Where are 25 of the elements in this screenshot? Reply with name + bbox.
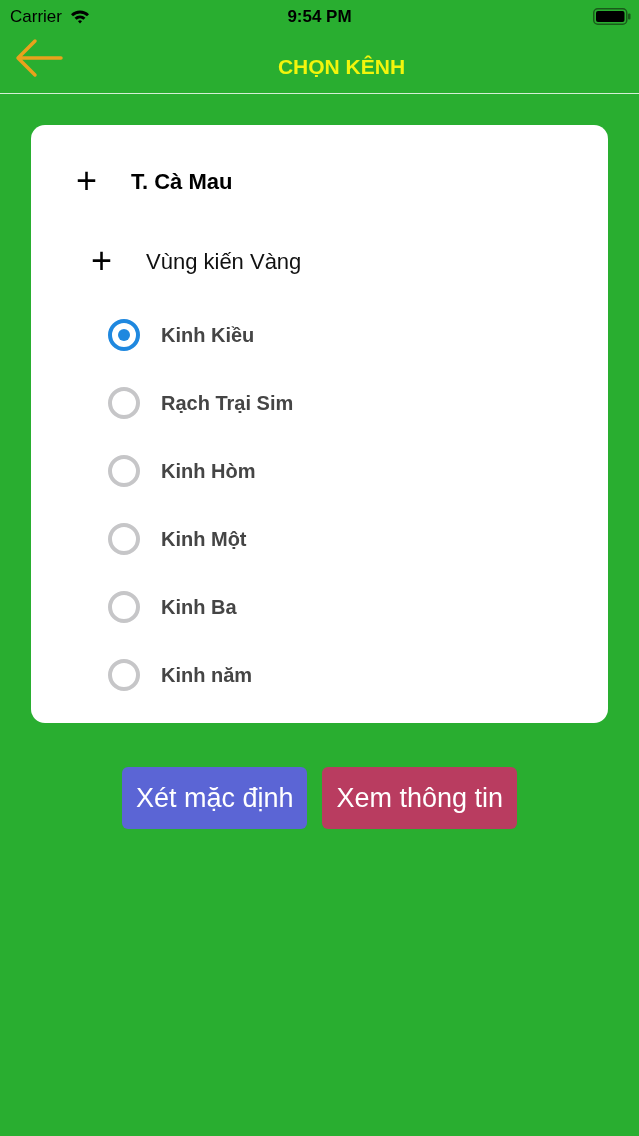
group-label[interactable]: Vùng kiến Vàng: [146, 244, 302, 278]
option-label[interactable]: Kinh Hòm: [161, 456, 256, 486]
option-label[interactable]: Rạch Trại Sim: [161, 388, 294, 418]
radio-button[interactable]: [108, 591, 140, 623]
option-label[interactable]: Kinh Ba: [161, 592, 237, 622]
radio-button[interactable]: [108, 455, 140, 487]
option-label[interactable]: Kinh năm: [161, 660, 253, 690]
expand-toggle[interactable]: +: [76, 163, 131, 199]
action-button[interactable]: Xem thông tin: [322, 767, 518, 829]
page-title: CHỌN KÊNH: [277, 53, 406, 80]
radio-button[interactable]: [108, 319, 140, 351]
radio-button[interactable]: [108, 387, 140, 419]
back-button[interactable]: [15, 38, 63, 78]
option-label[interactable]: Kinh Kiều: [161, 320, 255, 350]
wifi-icon: [69, 8, 90, 24]
option-label[interactable]: Kinh Một: [161, 524, 247, 554]
radio-button[interactable]: [108, 523, 140, 555]
expand-toggle[interactable]: +: [91, 243, 146, 279]
group-label[interactable]: T. Cà Mau: [131, 164, 233, 198]
radio-button[interactable]: [108, 659, 140, 691]
action-button[interactable]: Xét mặc định: [121, 767, 308, 829]
back-arrow-icon: [15, 38, 63, 78]
status-time: 9:54 PM: [287, 7, 352, 25]
carrier-name: Carrier: [10, 7, 62, 25]
battery-icon: [593, 7, 631, 25]
